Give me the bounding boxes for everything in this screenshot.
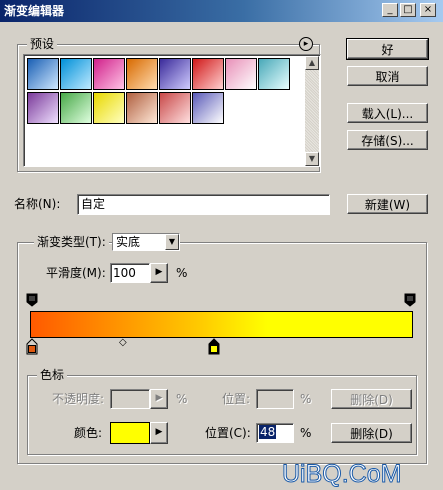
presets-scrollbar[interactable]: [305, 56, 319, 166]
chevron-down-icon[interactable]: ▼: [165, 234, 179, 250]
close-button[interactable]: ×: [420, 3, 436, 17]
delete-opacity-button[interactable]: 删除(D): [331, 389, 412, 409]
smoothness-arrow-icon[interactable]: ▶: [150, 263, 168, 283]
preset-row: [27, 92, 224, 124]
preset-brown-icon[interactable]: [126, 92, 158, 124]
location-unit: %: [300, 426, 312, 440]
opacity-location-label: 位置:: [222, 392, 251, 406]
title-bar: 渐变编辑器: [0, 0, 443, 22]
color-stop-icon: [26, 338, 38, 355]
delete-button[interactable]: 删除(D): [331, 423, 412, 443]
preset-red-icon[interactable]: [192, 58, 224, 90]
opacity-stop-right[interactable]: [404, 293, 416, 307]
preset-green-icon[interactable]: [60, 92, 92, 124]
gradient-type-value: 实底: [116, 235, 141, 249]
smoothness-label: 平滑度(M):: [46, 266, 106, 280]
stops-legend: 色标: [37, 368, 68, 382]
load-button[interactable]: 载入(L)...: [347, 103, 428, 123]
opacity-arrow-icon[interactable]: ▶: [150, 389, 168, 409]
presets-menu-icon[interactable]: ▸: [299, 37, 313, 51]
preset-blue-icon[interactable]: [27, 58, 59, 90]
cancel-button[interactable]: 取消: [347, 66, 428, 86]
preset-cyan-icon[interactable]: [60, 58, 92, 90]
preset-purple-icon[interactable]: [27, 92, 59, 124]
save-button[interactable]: 存储(S)...: [347, 130, 428, 150]
window-title: 渐变编辑器: [4, 4, 65, 18]
location-input[interactable]: 48: [256, 423, 294, 443]
presets-legend: 预设: [27, 37, 58, 51]
preset-magenta-icon[interactable]: [93, 58, 125, 90]
color-label: 颜色:: [74, 426, 103, 440]
minimize-button[interactable]: _: [382, 3, 398, 17]
gradient-preview-bar[interactable]: [30, 311, 413, 338]
preset-pink-icon[interactable]: [225, 58, 257, 90]
preset-indigo-icon[interactable]: [159, 58, 191, 90]
preset-rose-icon[interactable]: [159, 92, 191, 124]
color-stop-selected[interactable]: [207, 338, 221, 355]
opacity-label: 不透明度:: [52, 392, 105, 406]
watermark-logo: UiBQ.CoM: [281, 460, 402, 489]
opacity-stop-icon: [404, 293, 416, 307]
color-stop-icon: [208, 338, 220, 355]
smoothness-unit: %: [176, 266, 188, 280]
color-swatch[interactable]: [110, 422, 150, 444]
opacity-stop-icon: [26, 293, 38, 307]
location-label: 位置(C):: [205, 426, 251, 440]
opacity-unit: %: [176, 392, 188, 406]
opacity-location-input[interactable]: [256, 389, 294, 409]
midpoint-diamond-icon[interactable]: ◇: [119, 338, 127, 348]
new-button[interactable]: 新建(W): [347, 194, 428, 214]
color-stop-left[interactable]: [25, 338, 39, 355]
gradient-type-select[interactable]: 实底 ▼: [112, 233, 180, 251]
name-field[interactable]: 自定: [77, 194, 330, 215]
color-arrow-icon[interactable]: ▶: [150, 422, 168, 444]
gradient-type-label: 渐变类型(T):: [34, 234, 109, 250]
scroll-down-icon[interactable]: ▼: [305, 152, 319, 166]
opacity-location-unit: %: [300, 392, 312, 406]
preset-teal-icon[interactable]: [258, 58, 290, 90]
name-label: 名称(N):: [14, 197, 61, 211]
ok-button[interactable]: 好: [346, 38, 429, 60]
smoothness-input[interactable]: 100: [110, 263, 150, 283]
preset-orange-icon[interactable]: [126, 58, 158, 90]
presets-list: [23, 54, 321, 167]
preset-lavender-icon[interactable]: [192, 92, 224, 124]
maximize-button[interactable]: □: [400, 3, 416, 17]
scroll-up-icon[interactable]: ▲: [305, 56, 319, 70]
preset-yellow-icon[interactable]: [93, 92, 125, 124]
opacity-input[interactable]: [110, 389, 150, 409]
location-value: 48: [259, 425, 277, 439]
preset-row: [27, 58, 290, 90]
opacity-stop-left[interactable]: [26, 293, 38, 307]
